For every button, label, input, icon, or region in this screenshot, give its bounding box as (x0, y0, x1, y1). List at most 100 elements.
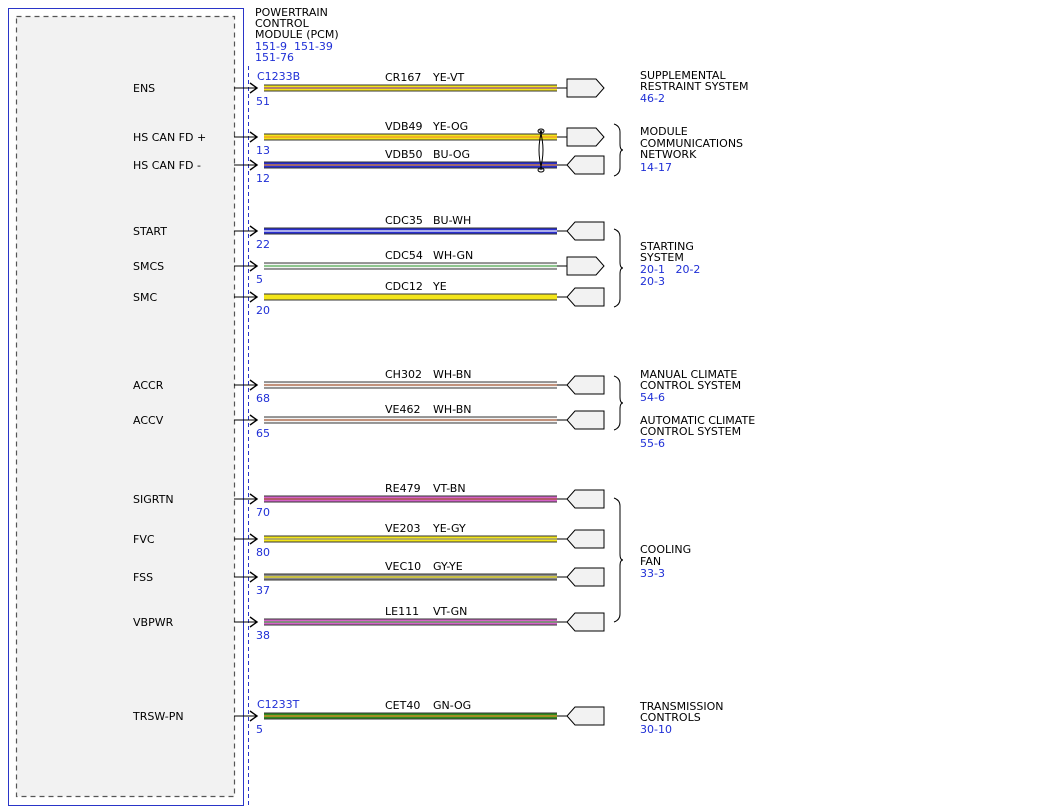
inline-connector-icon[interactable] (566, 375, 605, 395)
wire[interactable] (264, 133, 557, 141)
group-brace (613, 123, 624, 177)
wire[interactable] (264, 618, 557, 626)
wire-stripe-color (264, 498, 557, 500)
pin-number[interactable]: 51 (256, 95, 270, 108)
circuit-id: CR167 (385, 71, 421, 84)
pin-number[interactable]: 5 (256, 273, 263, 286)
system-labels: SUPPLEMENTAL RESTRAINT SYSTEM 46-2 MODUL… (639, 69, 755, 736)
pin-label: ACCR (133, 379, 164, 392)
circuit-id: VDB50 (385, 148, 423, 161)
pin-number[interactable]: 22 (256, 238, 270, 251)
wire-stripe-color (264, 419, 557, 421)
system-reference[interactable]: 54-6 (640, 391, 665, 404)
wire-color-code: WH-GN (433, 249, 473, 262)
inline-connector-icon[interactable] (566, 567, 605, 587)
circuit-id: CET40 (385, 699, 420, 712)
system-transmission-controls: TRANSMISSION CONTROLS 30-10 (639, 700, 723, 736)
pin-label: SMC (133, 291, 157, 304)
circuit-id: LE111 (385, 605, 419, 618)
pin-label: ENS (133, 82, 155, 95)
system-supplemental-restraint: SUPPLEMENTAL RESTRAINT SYSTEM 46-2 (640, 69, 749, 105)
wire-color-code: WH-BN (433, 368, 472, 381)
pin-number[interactable]: 37 (256, 584, 270, 597)
pin-number[interactable]: 5 (256, 723, 263, 736)
module-reference[interactable]: 151-76 (255, 51, 294, 64)
wire-color-code: GY-YE (433, 560, 463, 573)
circuit-id: CDC54 (385, 249, 423, 262)
wire-stripe-color (264, 265, 557, 267)
wire[interactable] (264, 416, 557, 424)
pin-number[interactable]: 12 (256, 172, 270, 185)
wire-stripe-color (264, 621, 557, 623)
system-reference[interactable]: 46-2 (640, 92, 665, 105)
pin-number[interactable]: 70 (256, 506, 270, 519)
inline-connector-icon[interactable] (566, 221, 605, 241)
pin-number[interactable]: 13 (256, 144, 270, 157)
system-reference[interactable]: 33-3 (640, 567, 665, 580)
system-automatic-climate: AUTOMATIC CLIMATE CONTROL SYSTEM 55-6 (640, 414, 755, 450)
wire-stripe-color (264, 164, 557, 166)
pin-number[interactable]: 65 (256, 427, 270, 440)
circuit-id: VE462 (385, 403, 420, 416)
inline-connector-icon[interactable] (566, 410, 605, 430)
inline-connector-icon[interactable] (566, 155, 605, 175)
connector-id-top[interactable]: C1233B (257, 70, 300, 83)
wire-color-code: YE-OG (432, 120, 468, 133)
circuit-id: VE203 (385, 522, 420, 535)
inline-connector-icon[interactable] (566, 127, 605, 147)
wire[interactable] (264, 495, 557, 503)
circuit-id: CDC12 (385, 280, 423, 293)
system-manual-climate: MANUAL CLIMATE CONTROL SYSTEM 54-6 (640, 368, 741, 404)
inline-connector-icon[interactable] (566, 529, 605, 549)
inline-connector-icon[interactable] (566, 489, 605, 509)
circuit-id: RE479 (385, 482, 421, 495)
wire[interactable] (264, 161, 557, 169)
wire[interactable] (264, 712, 557, 720)
pin-label: SMCS (133, 260, 164, 273)
wire-color-code: BU-OG (433, 148, 470, 161)
connector-id-bottom[interactable]: C1233T (257, 698, 300, 711)
wire-color-code: WH-BN (433, 403, 472, 416)
wire-color-code: YE-GY (432, 522, 466, 535)
inline-connector-icon[interactable] (566, 78, 605, 98)
pin-label: VBPWR (133, 616, 174, 629)
wire-stripe-color (264, 715, 557, 717)
inline-connector-icon[interactable] (566, 706, 605, 726)
system-module-communications: MODULE COMMUNICATIONS NETWORK 14-17 (640, 125, 743, 174)
system-reference[interactable]: 55-6 (640, 437, 665, 450)
wire-stripe-color (264, 538, 557, 540)
system-reference[interactable]: 14-17 (640, 161, 672, 174)
pin-number[interactable]: 80 (256, 546, 270, 559)
wire[interactable] (264, 381, 557, 389)
wire-stripe-color (264, 576, 557, 578)
circuit-id: VEC10 (385, 560, 421, 573)
wire[interactable] (264, 262, 557, 270)
inline-connector-icon[interactable] (566, 612, 605, 632)
pin-label: FSS (133, 571, 153, 584)
wire-color-code: GN-OG (433, 699, 471, 712)
pin-number[interactable]: 38 (256, 629, 270, 642)
wire[interactable] (264, 573, 557, 581)
group-brace (613, 228, 624, 308)
wire[interactable] (264, 227, 557, 235)
system-starting: STARTING SYSTEM 20-1 20-2 20-3 (640, 240, 700, 288)
wire[interactable] (264, 293, 557, 301)
pin-label: TRSW-PN (132, 710, 184, 723)
system-brackets (613, 123, 624, 623)
pin-label: HS CAN FD - (133, 159, 201, 172)
pin-number[interactable]: 20 (256, 304, 270, 317)
wire[interactable] (264, 84, 557, 92)
system-reference[interactable]: 20-3 (640, 275, 665, 288)
wire[interactable] (264, 535, 557, 543)
pin-label: FVC (133, 533, 155, 546)
wire-stripe-color (264, 296, 557, 298)
wire-stripe-color (264, 87, 557, 89)
inline-connector-icon[interactable] (566, 287, 605, 307)
wire-stripe-color (264, 230, 557, 232)
group-brace (613, 375, 624, 431)
inline-connector-icon[interactable] (566, 256, 605, 276)
wire-color-code: YE (432, 280, 447, 293)
circuit-id: VDB49 (385, 120, 423, 133)
system-reference[interactable]: 30-10 (640, 723, 672, 736)
pin-number[interactable]: 68 (256, 392, 270, 405)
